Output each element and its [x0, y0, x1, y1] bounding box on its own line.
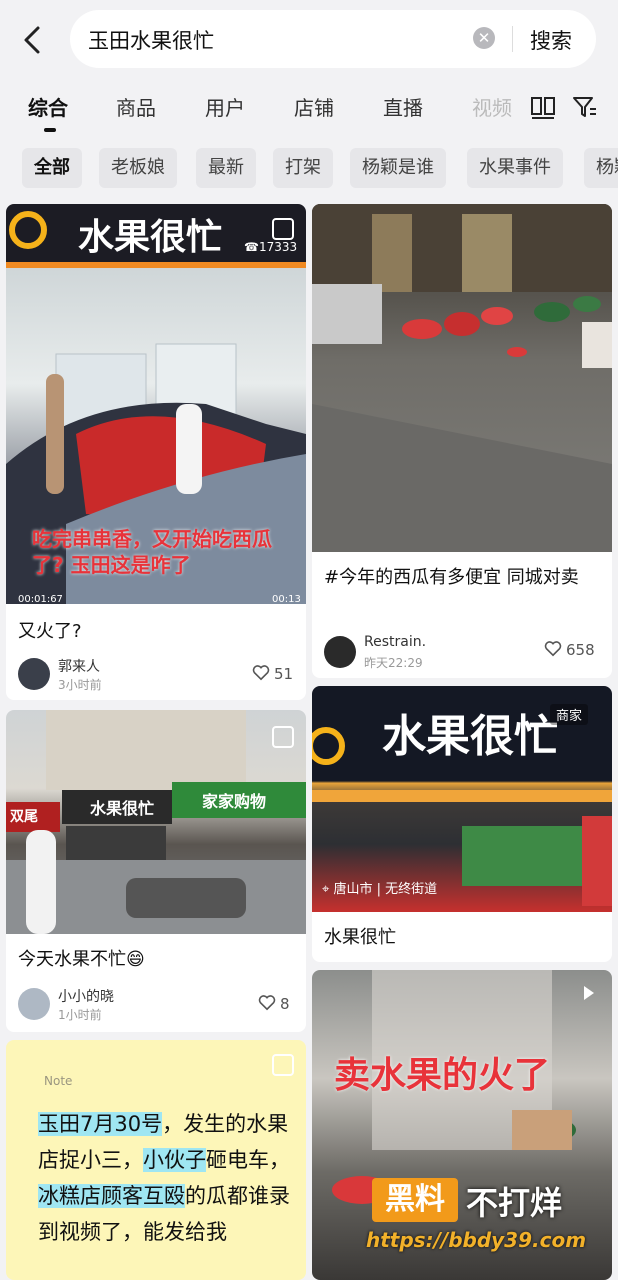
post-title[interactable]: #今年的西瓜有多便宜 同城对卖	[324, 564, 600, 592]
search-input[interactable]: 玉田水果很忙	[88, 25, 214, 55]
location-tag[interactable]: ⌖ 唐山市 | 无终街道	[322, 878, 437, 897]
post-title[interactable]: 水果很忙	[324, 924, 396, 952]
tab-shops[interactable]: 店铺	[294, 92, 334, 121]
post-image: 双尾 水果很忙 家家购物	[6, 710, 306, 934]
post-time: 1小时前	[58, 1008, 102, 1022]
tab-users[interactable]: 用户	[205, 92, 245, 121]
watermark-text: 不打烊	[466, 1184, 563, 1222]
feed-card[interactable]: #今年的西瓜有多便宜 同城对卖 Restrain. 昨天22:29 658	[312, 204, 612, 678]
tab-live[interactable]: 直播	[383, 92, 423, 121]
note-text-part: 小伙子	[143, 1148, 206, 1172]
search-bar[interactable]: 玉田水果很忙 ✕ 搜索	[70, 10, 596, 68]
top-bar: 玉田水果很忙 ✕ 搜索	[0, 0, 618, 80]
location-text: 唐山市 | 无终街道	[333, 882, 438, 897]
merchant-badge: 商家	[550, 704, 589, 725]
like-count[interactable]: 8	[258, 995, 290, 1013]
author-name[interactable]: Restrain.	[364, 634, 426, 650]
sign-right: 家家购物	[202, 792, 267, 811]
tab-indicator	[44, 128, 56, 132]
store-sign: 水果很忙	[382, 711, 558, 762]
post-author[interactable]: 小小的晓 1小时前	[18, 986, 298, 1026]
post-time: 昨天22:29	[364, 656, 423, 670]
avatar[interactable]	[324, 636, 356, 668]
image-caption: 卖水果的火了	[334, 1055, 551, 1096]
note-text-part: 冰糕店顾客互殴	[38, 1184, 185, 1208]
like-count-value: 8	[280, 995, 290, 1013]
chip-fruit-event[interactable]: 水果事件	[467, 148, 563, 188]
note-text-part: 玉田7月30号	[38, 1112, 163, 1136]
post-image	[312, 204, 612, 552]
store-phone: ☎17333	[244, 240, 298, 254]
heart-icon	[544, 641, 562, 657]
heart-icon	[258, 995, 276, 1011]
feed-card[interactable]: 水果很忙 ☎17333 吃完串串香，又开始吃西瓜了? 玉田这是咋了 00:01:…	[6, 204, 306, 700]
chip-all[interactable]: 全部	[22, 148, 82, 188]
chip-latest[interactable]: 最新	[196, 148, 256, 188]
note-label: Note	[44, 1074, 73, 1088]
tab-goods[interactable]: 商品	[116, 92, 156, 121]
back-arrow-icon[interactable]	[18, 20, 48, 60]
like-count-value: 658	[566, 641, 595, 659]
like-count-value: 51	[274, 665, 294, 683]
filter-chips: 全部 老板娘 最新 打架 杨颖是谁 水果事件 杨颖	[0, 148, 618, 192]
feed-card[interactable]: 水果很忙 商家 ⌖ 唐山市 | 无终街道 水果很忙	[312, 686, 612, 962]
store-sign: 水果很忙	[78, 217, 223, 258]
watermark-url: https://bbdy39.com	[366, 1228, 587, 1252]
search-divider	[512, 26, 513, 52]
post-image: 水果很忙 ☎17333 吃完串串香，又开始吃西瓜了? 玉田这是咋了 00:01:…	[6, 204, 306, 605]
post-image: 水果很忙 商家 ⌖ 唐山市 | 无终街道	[312, 686, 612, 912]
result-tabs: 综合 商品 用户 店铺 直播 视频	[0, 82, 618, 142]
sign-left: 双尾	[10, 809, 38, 825]
video-end-time: 00:13	[272, 594, 301, 605]
multi-image-icon	[272, 218, 294, 240]
video-start-time: 00:01:67	[18, 594, 63, 605]
tab-video[interactable]: 视频	[472, 92, 512, 121]
filter-icon[interactable]	[572, 94, 598, 120]
store-sign: 水果很忙	[90, 799, 155, 818]
location-pin-icon: ⌖	[322, 882, 330, 897]
multi-image-icon	[272, 726, 294, 748]
video-play-icon	[584, 986, 594, 1000]
post-title[interactable]: 又火了?	[18, 618, 82, 646]
like-count[interactable]: 658	[544, 641, 595, 659]
chip-more[interactable]: 杨颖	[584, 148, 618, 188]
multi-image-icon	[272, 1054, 294, 1076]
note-text-part: 砸电车，	[206, 1148, 290, 1172]
avatar[interactable]	[18, 988, 50, 1020]
author-name[interactable]: 郭来人	[58, 656, 100, 676]
author-name[interactable]: 小小的晓	[58, 986, 114, 1006]
search-button[interactable]: 搜索	[530, 25, 572, 55]
avatar[interactable]	[18, 658, 50, 690]
feed-card[interactable]: 双尾 水果很忙 家家购物 今天水果不忙😄 小小的晓 1小时前 8	[6, 710, 306, 1032]
tab-all[interactable]: 综合	[28, 92, 68, 121]
chip-yangying[interactable]: 杨颖是谁	[350, 148, 446, 188]
chip-boss-lady[interactable]: 老板娘	[99, 148, 177, 188]
watermark-badge: 黑料	[372, 1178, 458, 1222]
layout-toggle-icon[interactable]	[530, 94, 556, 120]
chip-fight[interactable]: 打架	[273, 148, 333, 188]
note-content: 玉田7月30号，发生的水果店捉小三，小伙子砸电车，冰糕店顾客互殴的瓜都谁录到视频…	[38, 1106, 298, 1250]
like-count[interactable]: 51	[252, 665, 293, 683]
heart-icon	[252, 665, 270, 681]
post-title[interactable]: 今天水果不忙😄	[18, 946, 145, 974]
image-caption: 吃完串串香，又开始吃西瓜了? 玉田这是咋了	[32, 527, 272, 577]
post-time: 3小时前	[58, 678, 102, 692]
clear-icon[interactable]: ✕	[473, 27, 495, 49]
